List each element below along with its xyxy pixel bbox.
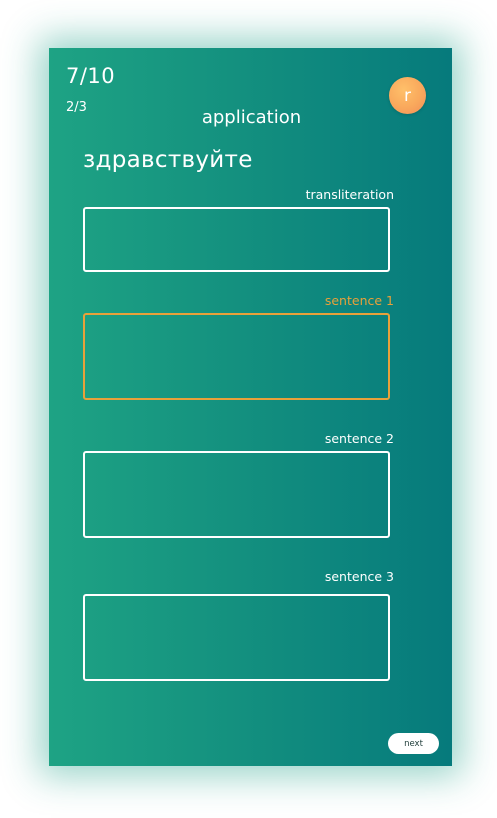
target-word: здравствуйте <box>83 147 253 173</box>
transliteration-input[interactable] <box>83 207 390 272</box>
sentence-2-input[interactable] <box>83 451 390 538</box>
word-progress: 7/10 <box>66 64 116 88</box>
next-button[interactable]: next <box>388 733 439 754</box>
sentence-2-label: sentence 2 <box>324 431 394 446</box>
sentence-1-label: sentence 1 <box>324 293 394 308</box>
section-title: application <box>201 107 302 128</box>
exercise-card: 7/10 2/3 r application здравствуйте tran… <box>49 48 452 766</box>
avatar-letter: r <box>404 85 411 106</box>
transliteration-label: transliteration <box>305 187 394 202</box>
sentence-3-input[interactable] <box>83 594 390 681</box>
sentence-1-input[interactable] <box>83 313 390 400</box>
sentence-3-label: sentence 3 <box>324 569 394 584</box>
